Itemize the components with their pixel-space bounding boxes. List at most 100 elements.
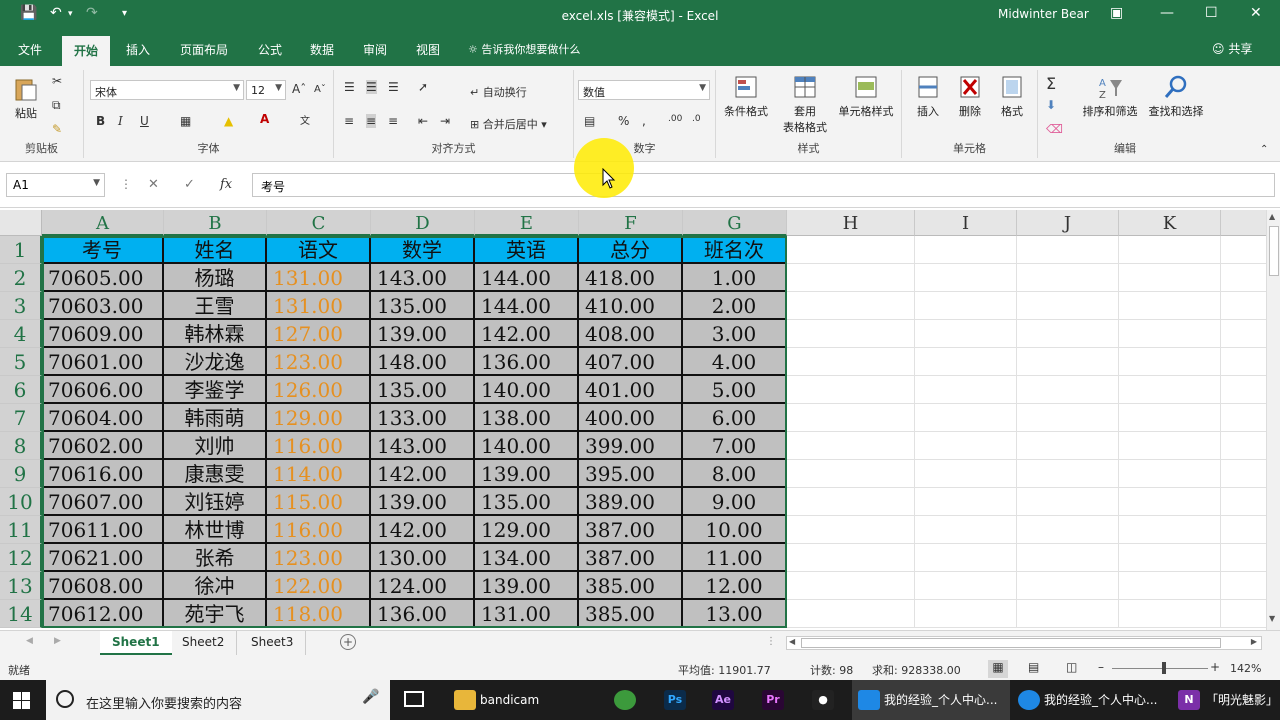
table-cell[interactable]: 131.00 (267, 264, 371, 292)
tab-data[interactable]: 数据 (310, 41, 334, 58)
table-cell[interactable]: 122.00 (267, 572, 371, 600)
row-header[interactable]: 11 (0, 516, 42, 544)
align-right-icon[interactable]: ≡ (388, 114, 398, 128)
column-header-f[interactable]: F (579, 210, 683, 236)
table-header-cell[interactable]: 姓名 (164, 236, 267, 264)
empty-cell[interactable] (787, 600, 915, 628)
empty-cell[interactable] (787, 460, 915, 488)
table-cell[interactable]: 4.00 (683, 348, 787, 376)
table-cell[interactable]: 140.00 (475, 376, 579, 404)
empty-cell[interactable] (787, 516, 915, 544)
cell-styles-button[interactable]: 单元格样式 (834, 74, 898, 119)
column-header-j[interactable]: J (1017, 210, 1119, 236)
align-bottom-icon[interactable]: ☰ (388, 80, 399, 94)
empty-cell[interactable] (1017, 404, 1119, 432)
table-cell[interactable]: 12.00 (683, 572, 787, 600)
table-cell[interactable]: 刘钰婷 (164, 488, 267, 516)
table-cell[interactable]: 418.00 (579, 264, 683, 292)
tab-page-layout[interactable]: 页面布局 (180, 41, 228, 58)
table-cell[interactable]: 139.00 (371, 488, 475, 516)
empty-cell[interactable] (1221, 572, 1266, 600)
zoom-slider-thumb[interactable] (1162, 662, 1166, 674)
status-average[interactable]: 平均值: 11901.77 (678, 662, 771, 678)
orientation-icon[interactable]: ➚ (418, 80, 428, 94)
close-icon[interactable]: ✕ (1250, 5, 1262, 21)
table-cell[interactable]: 126.00 (267, 376, 371, 404)
table-cell[interactable]: 8.00 (683, 460, 787, 488)
font-size-combo[interactable]: 12 ▼ (246, 80, 286, 100)
table-cell[interactable]: 139.00 (371, 320, 475, 348)
increase-font-icon[interactable]: Aˆ (292, 82, 306, 96)
empty-cell[interactable] (915, 264, 1017, 292)
italic-button[interactable]: I (118, 114, 123, 128)
worksheet-grid[interactable]: A B C D E F G H I J K 1 考号 姓名 语文 数学 英语 总分 班名次 2 7… (0, 210, 1266, 628)
table-cell[interactable]: 124.00 (371, 572, 475, 600)
column-header-b[interactable]: B (164, 210, 267, 236)
accounting-format-icon[interactable]: ▤ (584, 114, 595, 128)
green-app-icon[interactable] (614, 690, 636, 710)
column-header-a[interactable]: A (42, 210, 164, 236)
empty-cell[interactable] (1119, 348, 1221, 376)
empty-cell[interactable] (1221, 348, 1266, 376)
table-cell[interactable]: 131.00 (475, 600, 579, 628)
table-header-cell[interactable]: 班名次 (683, 236, 787, 264)
empty-cell[interactable] (787, 320, 915, 348)
row-header[interactable]: 2 (0, 264, 42, 292)
empty-cell[interactable] (915, 320, 1017, 348)
table-cell[interactable]: 徐冲 (164, 572, 267, 600)
column-header-d[interactable]: D (371, 210, 475, 236)
empty-cell[interactable] (1017, 264, 1119, 292)
row-header[interactable]: 8 (0, 432, 42, 460)
empty-cell[interactable] (1221, 600, 1266, 628)
zoom-level[interactable]: 142% (1230, 662, 1261, 675)
empty-cell[interactable] (1017, 460, 1119, 488)
user-name[interactable]: Midwinter Bear (998, 7, 1089, 21)
premiere-icon[interactable]: Pr (762, 690, 784, 710)
table-cell[interactable]: 70607.00 (42, 488, 164, 516)
table-cell[interactable]: 407.00 (579, 348, 683, 376)
scroll-down-icon[interactable]: ▼ (1269, 614, 1275, 623)
page-break-view-icon[interactable]: ◫ (1066, 660, 1077, 674)
table-cell[interactable]: 3.00 (683, 320, 787, 348)
taskbar-app-1[interactable]: 我的经验_个人中心... (852, 680, 1010, 720)
format-painter-icon[interactable]: ✎ (52, 122, 62, 136)
empty-cell[interactable] (1119, 572, 1221, 600)
table-cell[interactable]: 115.00 (267, 488, 371, 516)
empty-cell[interactable] (787, 264, 915, 292)
vertical-scrollbar[interactable]: ▲ ▼ (1266, 210, 1280, 630)
empty-cell[interactable] (915, 516, 1017, 544)
row-header[interactable]: 13 (0, 572, 42, 600)
wrap-text-button[interactable]: ↵ 自动换行 (470, 84, 527, 100)
table-cell[interactable]: 70608.00 (42, 572, 164, 600)
decrease-indent-icon[interactable]: ⇤ (418, 114, 428, 128)
table-cell[interactable]: 70609.00 (42, 320, 164, 348)
table-cell[interactable]: 399.00 (579, 432, 683, 460)
table-cell[interactable]: 王雪 (164, 292, 267, 320)
table-cell[interactable]: 70621.00 (42, 544, 164, 572)
table-cell[interactable]: 138.00 (475, 404, 579, 432)
table-cell[interactable]: 张希 (164, 544, 267, 572)
scroll-prev-sheet-icon[interactable]: ◀ (26, 636, 33, 646)
empty-cell[interactable] (1221, 488, 1266, 516)
table-cell[interactable]: 1.00 (683, 264, 787, 292)
table-cell[interactable]: 134.00 (475, 544, 579, 572)
fill-icon[interactable]: ⬇ (1046, 98, 1056, 112)
column-header-e[interactable]: E (475, 210, 579, 236)
cut-icon[interactable]: ✂ (52, 74, 62, 88)
empty-cell[interactable] (915, 432, 1017, 460)
empty-cell[interactable] (1221, 376, 1266, 404)
name-box[interactable]: A1 ▼ (6, 173, 105, 197)
empty-cell[interactable] (787, 488, 915, 516)
empty-cell[interactable] (1221, 292, 1266, 320)
tab-home[interactable]: 开始 (62, 36, 111, 66)
find-select-button[interactable]: 查找和选择 (1144, 74, 1208, 119)
table-cell[interactable]: 118.00 (267, 600, 371, 628)
table-cell[interactable]: 70612.00 (42, 600, 164, 628)
empty-cell[interactable] (1017, 572, 1119, 600)
tab-formulas[interactable]: 公式 (258, 41, 282, 58)
scroll-up-icon[interactable]: ▲ (1269, 212, 1275, 221)
decrease-decimal-icon[interactable]: .0 (692, 114, 701, 124)
tab-insert[interactable]: 插入 (126, 41, 150, 58)
scroll-left-icon[interactable]: ◀ (789, 637, 795, 646)
zoom-in-icon[interactable]: + (1210, 660, 1220, 674)
